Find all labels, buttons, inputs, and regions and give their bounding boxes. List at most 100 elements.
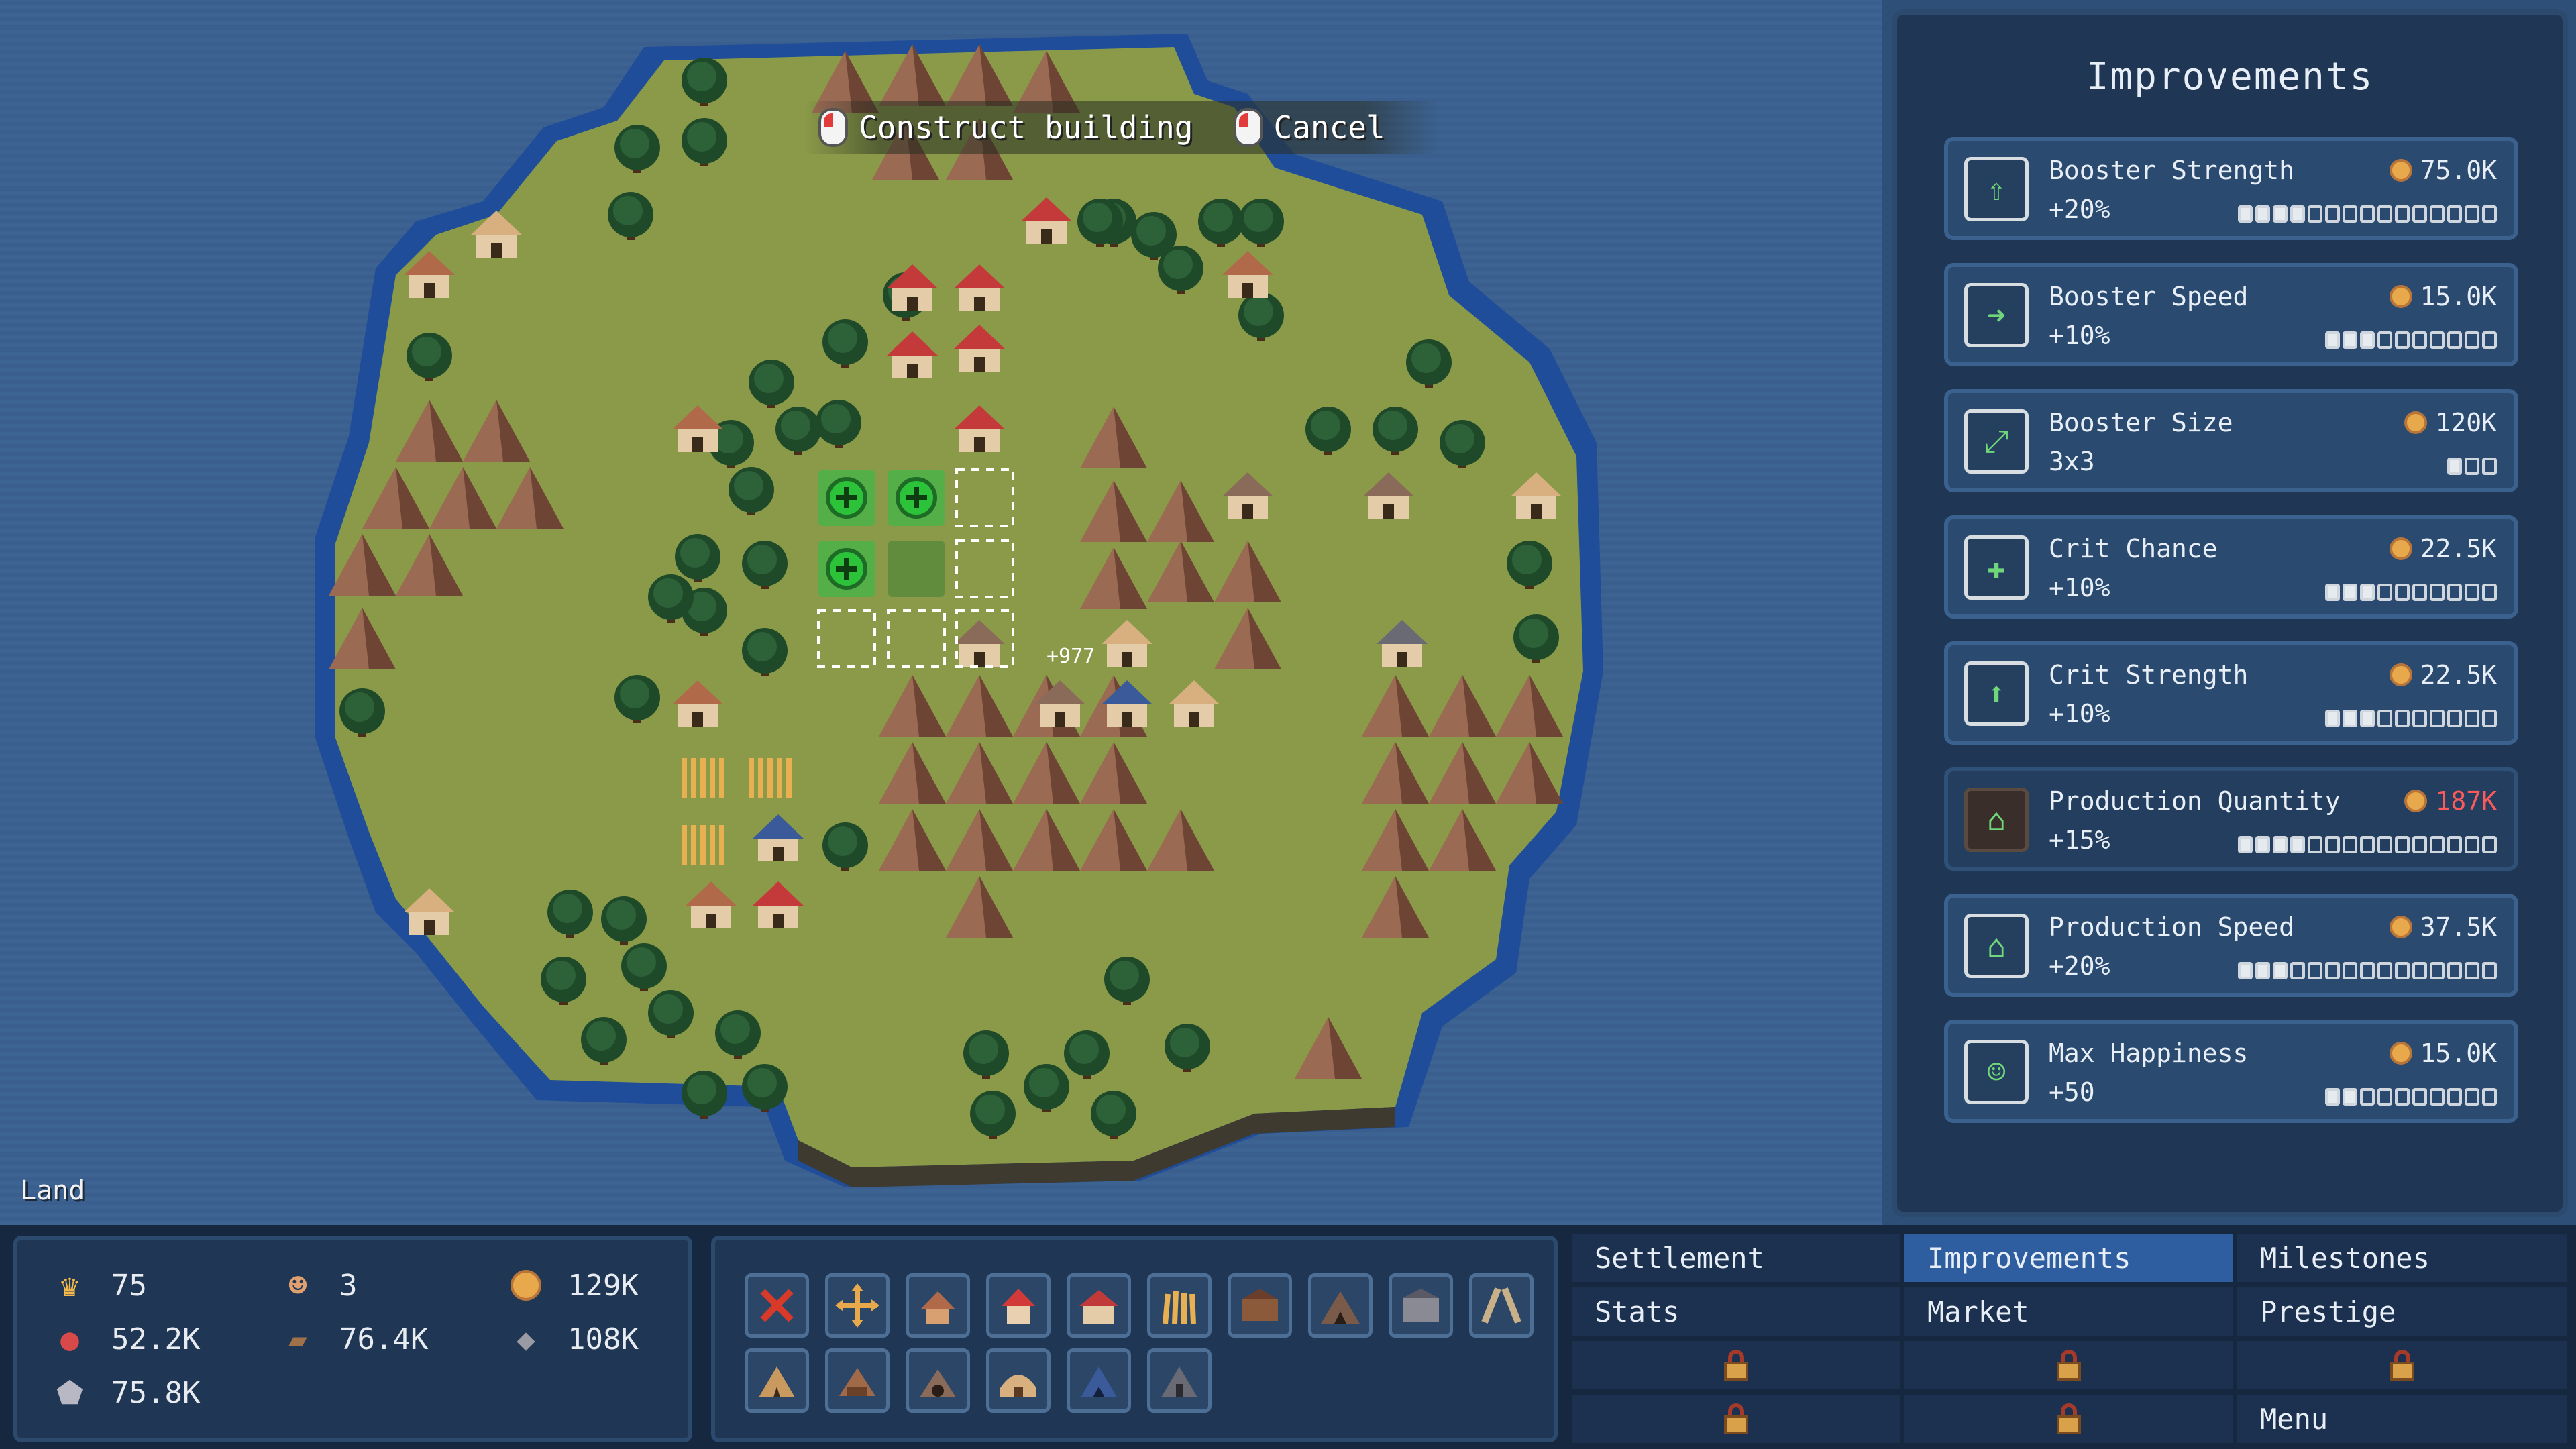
cancel-action[interactable]: Cancel [1233, 108, 1385, 147]
level-segment [2377, 331, 2392, 349]
locked-tab-4 [1570, 1393, 1902, 1445]
level-segment [2360, 710, 2375, 727]
chapel-slot[interactable] [1147, 1348, 1212, 1413]
level-segment [2273, 836, 2288, 853]
level-segment [2325, 584, 2340, 601]
lumber-camp-slot[interactable] [825, 1348, 890, 1413]
level-segment [2412, 1088, 2427, 1106]
hut-slot[interactable] [906, 1273, 970, 1338]
villager-value: 3 [339, 1268, 358, 1303]
level-progress-bar [2238, 836, 2497, 853]
mine-slot[interactable] [1308, 1273, 1373, 1338]
improvement-cost: 22.5K [2389, 660, 2497, 690]
crown-value: 75 [111, 1268, 147, 1303]
floating-gain-text: +977 [1046, 645, 1095, 668]
game-map[interactable]: +977 Construct building Cancel Land [0, 0, 1882, 1225]
level-segment [2395, 584, 2410, 601]
improvement-card[interactable]: ✚ Crit Chance +10% 22.5K [1944, 515, 2518, 619]
level-segment [2465, 710, 2479, 727]
cancel-label: Cancel [1273, 109, 1385, 146]
level-segment [2325, 1088, 2340, 1106]
improvements-list: ⇧ Booster Strength +20% 75.0K ➜ Booster Speed… [1944, 137, 2518, 1146]
tab-market[interactable]: Market [1902, 1285, 2235, 1338]
cancel-build-slot[interactable] [745, 1273, 809, 1338]
move-build-slot[interactable] [825, 1273, 890, 1338]
construct-building-action[interactable]: Construct building [818, 108, 1193, 147]
warehouse-slot[interactable] [1389, 1273, 1453, 1338]
tab-menu[interactable]: Menu [2235, 1393, 2569, 1445]
level-segment [2482, 458, 2497, 475]
improvement-card[interactable]: ⇧ Booster Strength +20% 75.0K [1944, 137, 2518, 240]
level-segment [2395, 331, 2410, 349]
sawmill-slot[interactable] [1228, 1273, 1292, 1338]
locked-tab-1 [1570, 1339, 1902, 1391]
level-segment [2255, 836, 2270, 853]
road-icon [1481, 1287, 1521, 1324]
level-segment [2447, 710, 2462, 727]
level-segment [2395, 205, 2410, 223]
level-segment [2360, 205, 2375, 223]
improvement-card[interactable]: ⌂ Production Speed +20% 37.5K [1944, 894, 2518, 997]
tab-improvements[interactable]: Improvements [1902, 1232, 2235, 1284]
level-segment [2255, 205, 2270, 223]
island-map[interactable]: +977 [0, 0, 1882, 1225]
improvement-cost: 22.5K [2389, 534, 2497, 564]
right-mouse-icon [1233, 108, 1263, 147]
tab-settlement[interactable]: Settlement [1570, 1232, 1902, 1284]
level-segment [2465, 836, 2479, 853]
level-segment [2465, 331, 2479, 349]
improvement-card[interactable]: ➜ Booster Speed +10% 15.0K [1944, 263, 2518, 366]
improvement-name: Crit Chance [2049, 534, 2218, 564]
cost-text: 15.0K [2420, 1038, 2497, 1068]
villager-resource: ☻ 3 [279, 1267, 358, 1304]
tab-prestige[interactable]: Prestige [2235, 1285, 2569, 1338]
level-segment [2325, 331, 2340, 349]
improvement-cost: 15.0K [2389, 282, 2497, 311]
level-segment [2395, 962, 2410, 979]
improvement-cost: 187K [2404, 786, 2497, 816]
improvement-card[interactable]: ⤢ Booster Size 3x3 120K [1944, 389, 2518, 492]
level-segment [2447, 836, 2462, 853]
lock-icon [2055, 1403, 2082, 1434]
stone-pit-slot[interactable] [906, 1348, 970, 1413]
max-happiness-icon: ☺ [1964, 1040, 2029, 1104]
red-house-slot[interactable] [986, 1273, 1051, 1338]
cost-text: 37.5K [2420, 912, 2497, 942]
level-segment [2395, 710, 2410, 727]
wheat-field-slot[interactable] [1147, 1273, 1212, 1338]
improvement-value: +20% [2049, 195, 2110, 224]
level-segment [2412, 331, 2427, 349]
tab-stats[interactable]: Stats [1570, 1285, 1902, 1338]
locked-tab-2 [1902, 1339, 2235, 1391]
level-segment [2343, 1088, 2357, 1106]
road-slot[interactable] [1469, 1273, 1534, 1338]
improvement-cost: 37.5K [2389, 912, 2497, 942]
improvement-value: +10% [2049, 699, 2110, 729]
improvement-card[interactable]: ⌂ Production Quantity +15% 187K [1944, 767, 2518, 871]
level-segment [2255, 962, 2270, 979]
bakery-slot[interactable] [986, 1348, 1051, 1413]
level-segment [2238, 836, 2253, 853]
tab-milestones[interactable]: Milestones [2235, 1232, 2569, 1284]
level-segment [2325, 836, 2340, 853]
improvements-panel: Improvements ⇧ Booster Strength +20% 75.0K ➜… [1892, 9, 2568, 1217]
level-segment [2325, 710, 2340, 727]
level-segment [2273, 962, 2288, 979]
cost-text: 22.5K [2420, 534, 2497, 564]
tent-icon [759, 1366, 795, 1397]
gold-value: 129K [568, 1268, 639, 1303]
cost-text: 15.0K [2420, 282, 2497, 311]
level-segment [2343, 205, 2357, 223]
tent-slot[interactable] [745, 1348, 809, 1413]
cost-text: 187K [2435, 786, 2497, 816]
level-progress-bar [2325, 584, 2497, 601]
level-segment [2412, 205, 2427, 223]
gold-coin-icon [2404, 790, 2428, 812]
manor-slot[interactable] [1067, 1273, 1131, 1338]
level-segment [2343, 584, 2357, 601]
wood-log-icon: ▰ [288, 1321, 307, 1357]
blue-mine-slot[interactable] [1067, 1348, 1131, 1413]
level-segment [2430, 836, 2445, 853]
improvement-card[interactable]: ⬆ Crit Strength +10% 22.5K [1944, 641, 2518, 745]
improvement-card[interactable]: ☺ Max Happiness +50 15.0K [1944, 1020, 2518, 1123]
